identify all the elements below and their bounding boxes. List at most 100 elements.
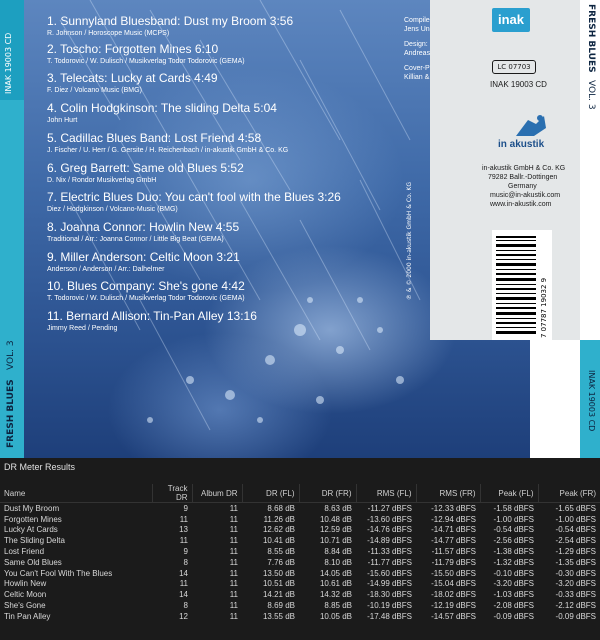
piano-player-icon — [516, 115, 546, 136]
column-header[interactable]: Peak (FL) — [479, 484, 538, 503]
dr-meter-window: DR Meter Results Name Track DR Album DR … — [0, 458, 600, 640]
value-cell: -13.60 dBFS — [367, 514, 412, 524]
value-cell: -11.33 dBFS — [367, 547, 412, 557]
in-akustik-wordmark: in akustik — [498, 139, 545, 150]
table-row[interactable]: Lost Friend 9 11 8.55 dB 8.84 dB -11.33 dBFS -… — [0, 546, 600, 557]
track-name-cell: Celtic Moon — [4, 590, 47, 600]
track-credit: F. Diez / Volcano Music (BMG) — [47, 87, 142, 94]
value-cell: -14.77 dBFS — [431, 536, 476, 546]
value-cell: 10.51 dB — [262, 579, 295, 589]
track-name-cell: She's Gone — [4, 601, 46, 611]
track-name-cell: Forgotten Mines — [4, 514, 62, 524]
inak-logo: inak — [492, 8, 530, 32]
value-cell: 11 — [229, 525, 238, 535]
track-title: 1. Sunnyland Bluesband: Dust my Broom 3:… — [47, 14, 294, 28]
value-cell: -1.32 dBFS — [493, 557, 534, 567]
spine-right-vol: VOL. 3 — [586, 80, 596, 110]
value-cell: 9 — [183, 547, 188, 557]
track-title: 4. Colin Hodgkinson: The sliding Delta 5… — [47, 101, 277, 115]
value-cell: 14.21 dB — [262, 590, 295, 600]
value-cell: -0.09 dBFS — [555, 611, 596, 621]
track-name-cell: The Sliding Delta — [4, 536, 65, 546]
value-cell: 10.05 dB — [319, 611, 352, 621]
album-back-cover: INAK 19003 CD FRESH BLUES VOL. 3 1. Sunn… — [0, 0, 600, 458]
value-cell: -2.56 dBFS — [493, 536, 534, 546]
value-cell: 10.48 dB — [319, 514, 352, 524]
track-credit: Traditional / Arr.: Joanna Connor / Litt… — [47, 236, 224, 243]
track-title: 2. Toscho: Forgotten Mines 6:10 — [47, 42, 219, 56]
value-cell: 11 — [229, 611, 238, 621]
catalog-number: INAK 19003 CD — [490, 80, 547, 89]
track-name-cell: Tin Pan Alley — [4, 611, 51, 621]
value-cell: 11 — [179, 579, 188, 589]
column-header[interactable]: RMS (FL) — [355, 484, 416, 503]
value-cell: -18.30 dBFS — [367, 590, 412, 600]
table-row[interactable]: You Can't Fool With The Blues 14 11 13.50 d… — [0, 568, 600, 579]
value-cell: -14.99 dBFS — [367, 579, 412, 589]
value-cell: -1.03 dBFS — [493, 590, 534, 600]
value-cell: -11.79 dBFS — [431, 557, 476, 567]
value-cell: -3.20 dBFS — [555, 579, 596, 589]
track-title: 11. Bernard Allison: Tin-Pan Alley 13:16 — [47, 309, 257, 323]
value-cell: 8.84 dB — [324, 547, 352, 557]
column-header[interactable]: DR (FR) — [298, 484, 356, 503]
address-line: Germany — [508, 183, 537, 190]
table-row[interactable]: Same Old Blues 8 11 7.76 dB 8.10 dB -11.77 dB… — [0, 557, 600, 568]
value-cell: -0.30 dBFS — [555, 568, 596, 578]
table-row[interactable]: Howlin New 11 11 10.51 dB 10.61 dB -14.99 dBF… — [0, 579, 600, 590]
lc-code: LC 07703 — [492, 60, 536, 74]
track-name-cell: Lost Friend — [4, 547, 45, 557]
table-row[interactable]: Dust My Broom 9 11 8.68 dB 8.63 dB -11.27 dBF… — [0, 503, 600, 514]
column-header[interactable]: Album DR — [191, 484, 242, 503]
barcode: 7 07787 19032 9 — [492, 230, 552, 340]
column-header[interactable]: Track DR — [151, 484, 192, 503]
value-cell: 11 — [229, 514, 238, 524]
value-cell: 13.50 dB — [262, 568, 295, 578]
value-cell: -15.50 dBFS — [431, 568, 476, 578]
table-row[interactable]: Celtic Moon 14 11 14.21 dB 14.32 dB -18.30 dB… — [0, 589, 600, 600]
value-cell: -11.77 dBFS — [367, 557, 412, 567]
column-header[interactable]: DR (FL) — [241, 484, 299, 503]
value-cell: 8 — [183, 601, 188, 611]
value-cell: -0.33 dBFS — [555, 590, 596, 600]
track-credit: R. Johnson / Horoscope Music (MCPS) — [47, 30, 170, 37]
value-cell: -14.76 dBFS — [367, 525, 412, 535]
value-cell: -10.19 dBFS — [367, 601, 412, 611]
value-cell: 8.68 dB — [267, 503, 295, 513]
table-row[interactable]: Lucky At Cards 13 11 12.62 dB 12.59 dB -14.76… — [0, 525, 600, 536]
value-cell: 11 — [229, 536, 238, 546]
value-cell: 8 — [183, 557, 188, 567]
value-cell: -1.00 dBFS — [493, 514, 534, 524]
table-row[interactable]: She's Gone 8 11 8.69 dB 8.85 dB -10.19 dBFS -1… — [0, 600, 600, 611]
dr-results-table: Name Track DR Album DR DR (FL) DR (FR) R… — [0, 484, 600, 622]
spine-right-catalog: INAK 19003 CD — [587, 370, 596, 432]
track-title: 7. Electric Blues Duo: You can't fool wi… — [47, 190, 341, 204]
value-cell: 8.55 dB — [267, 547, 295, 557]
column-header[interactable]: Name — [0, 484, 152, 503]
spine-left-vol: VOL. 3 — [6, 340, 16, 370]
track-name-cell: Dust My Broom — [4, 503, 60, 513]
value-cell: -18.02 dBFS — [431, 590, 476, 600]
column-header[interactable]: RMS (FR) — [415, 484, 480, 503]
column-header[interactable]: Peak (FR) — [537, 484, 600, 503]
track-name-cell: Howlin New — [4, 579, 47, 589]
value-cell: -1.65 dBFS — [555, 503, 596, 513]
track-credit: D. Nix / Rondor Musikverlag GmbH — [47, 177, 157, 184]
copyright-notice: ℗ & © 2000 in-akustik GmbH & Co. KG — [406, 182, 413, 300]
value-cell: -2.12 dBFS — [555, 601, 596, 611]
track-title: 3. Telecats: Lucky at Cards 4:49 — [47, 71, 218, 85]
credit-line: Design: — [404, 41, 428, 48]
value-cell: 8.85 dB — [324, 601, 352, 611]
table-row[interactable]: The Sliding Delta 11 11 10.41 dB 10.71 dB -14… — [0, 535, 600, 546]
track-credit: Diez / Hodgkinson / Volcano-Music (BMG) — [47, 206, 178, 213]
value-cell: -12.19 dBFS — [431, 601, 476, 611]
value-cell: -1.58 dBFS — [493, 503, 534, 513]
address-line: www.in-akustik.com — [490, 201, 552, 208]
in-akustik-logo — [510, 110, 550, 140]
value-cell: 11 — [179, 514, 188, 524]
table-row[interactable]: Tin Pan Alley 12 11 13.55 dB 10.05 dB -17.48 … — [0, 611, 600, 622]
table-row[interactable]: Forgotten Mines 11 11 11.26 dB 10.48 dB -13.6… — [0, 514, 600, 525]
value-cell: -12.94 dBFS — [431, 514, 476, 524]
value-cell: 10.41 dB — [262, 536, 295, 546]
track-credit: T. Todorovic / W. Dulisch / Musikverlag … — [47, 58, 245, 65]
